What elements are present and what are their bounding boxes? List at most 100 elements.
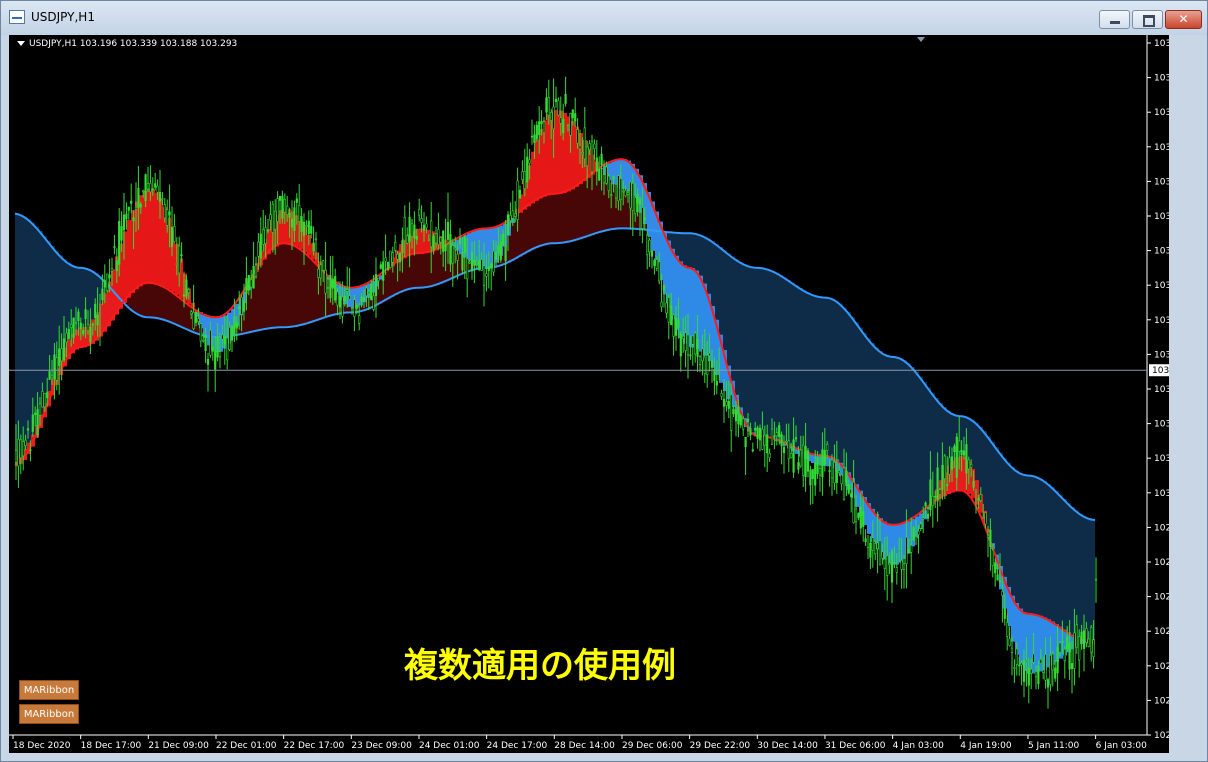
candle-body xyxy=(420,218,423,223)
candle-body xyxy=(1022,660,1026,682)
close-button[interactable]: ✕ xyxy=(1165,10,1202,29)
slow-ribbon-segment xyxy=(999,452,1003,567)
candle-body xyxy=(826,444,829,451)
indicator-label-2[interactable]: MARibbon xyxy=(19,704,79,724)
candle-body xyxy=(960,449,963,455)
candle-body xyxy=(216,336,219,358)
candle-body xyxy=(415,236,418,240)
slow-ribbon-segment xyxy=(159,284,163,320)
candle-body xyxy=(1015,648,1018,665)
candle-body xyxy=(257,241,260,257)
candle-body xyxy=(746,418,750,423)
candle-body xyxy=(559,117,562,124)
slow-ribbon-segment xyxy=(571,188,575,242)
time-label: 28 Dec 14:00 xyxy=(554,741,615,751)
indicator-label-1[interactable]: MARibbon xyxy=(19,680,79,700)
candle-body xyxy=(470,251,474,272)
candle-body xyxy=(334,276,337,301)
candle-body xyxy=(806,450,810,472)
slow-ribbon-segment xyxy=(1035,476,1039,616)
candle-body xyxy=(614,183,618,199)
candle-body xyxy=(1063,648,1066,661)
candle-body xyxy=(149,183,152,193)
candle-body xyxy=(1025,660,1028,663)
candle-body xyxy=(170,226,174,248)
candle-body xyxy=(266,229,270,232)
candle-body xyxy=(706,354,709,375)
candle-body xyxy=(199,323,202,342)
candle-body xyxy=(192,312,195,329)
candle-body xyxy=(410,222,414,237)
slow-ribbon-segment xyxy=(275,246,279,329)
slow-ribbon-segment xyxy=(139,285,143,316)
slow-ribbon-segment xyxy=(907,363,911,522)
slow-ribbon-segment xyxy=(991,441,995,544)
candle-body xyxy=(862,511,865,527)
candle-body xyxy=(314,238,318,241)
candle-body xyxy=(60,348,63,362)
candle-body xyxy=(797,462,800,470)
time-label: 29 Dec 22:00 xyxy=(690,741,751,751)
candle-body xyxy=(478,260,481,270)
slow-ribbon-segment xyxy=(763,268,767,437)
slow-ribbon-segment xyxy=(995,447,999,556)
candle-body xyxy=(1037,665,1040,685)
candle-body xyxy=(780,434,783,447)
chart-shift-marker-icon[interactable] xyxy=(917,37,925,42)
candle-body xyxy=(799,449,802,467)
candle-body xyxy=(218,351,222,358)
candle-body xyxy=(101,288,104,301)
candle-body xyxy=(619,178,622,200)
dropdown-triangle-icon[interactable] xyxy=(17,41,25,46)
slow-ribbon-segment xyxy=(755,267,759,436)
candle-body xyxy=(79,322,82,329)
slow-ribbon-segment xyxy=(523,209,527,255)
slow-ribbon-segment xyxy=(175,294,179,325)
candle-body xyxy=(946,484,949,486)
candle-body xyxy=(538,121,541,136)
candle-body xyxy=(48,371,51,380)
price-chart[interactable]: 103.955 103.885 103.815 103.745 103.675 103.6… xyxy=(9,35,1169,753)
candle-body xyxy=(1020,662,1023,666)
candle-body xyxy=(830,459,834,479)
candle-body xyxy=(816,457,819,474)
candle-body xyxy=(154,183,157,188)
candle-body xyxy=(679,333,682,357)
candle-body xyxy=(350,307,354,309)
slow-ribbon-segment xyxy=(827,297,831,457)
fast-ribbon-segment xyxy=(151,189,155,284)
candle-body xyxy=(422,224,426,231)
candle-body xyxy=(962,450,966,456)
candle-body xyxy=(444,244,447,252)
maximize-button[interactable] xyxy=(1132,10,1163,29)
minimize-button[interactable] xyxy=(1099,10,1130,29)
slow-ribbon-segment xyxy=(1011,466,1015,597)
candle-body xyxy=(425,223,428,229)
candle-body xyxy=(643,217,646,221)
slow-ribbon-segment xyxy=(1027,475,1031,615)
slow-ribbon-segment xyxy=(583,180,587,239)
price-label: 103.185 xyxy=(1154,420,1169,430)
fast-ribbon-segment xyxy=(143,190,147,285)
candle-body xyxy=(694,332,697,355)
slow-ribbon-segment xyxy=(1051,487,1055,623)
candle-body xyxy=(278,196,282,201)
slow-ribbon-segment xyxy=(903,360,907,524)
candle-body xyxy=(686,334,690,356)
candle-body xyxy=(34,412,37,416)
candle-body xyxy=(898,549,901,552)
fast-ribbon-segment xyxy=(127,220,131,298)
title-bar[interactable]: USDJPY,H1 ✕ xyxy=(1,1,1207,35)
price-label: 103.815 xyxy=(1154,108,1169,118)
candle-body xyxy=(439,237,442,243)
candle-body xyxy=(312,242,315,252)
candle-body xyxy=(583,127,586,160)
fast-ribbon-segment xyxy=(611,161,615,185)
candle-body xyxy=(734,409,738,422)
slow-ribbon-segment xyxy=(879,351,883,519)
slow-ribbon-segment xyxy=(423,252,427,288)
candle-body xyxy=(190,311,193,315)
candle-body xyxy=(684,332,687,351)
candle-body xyxy=(26,428,30,431)
candle-body xyxy=(602,174,606,184)
